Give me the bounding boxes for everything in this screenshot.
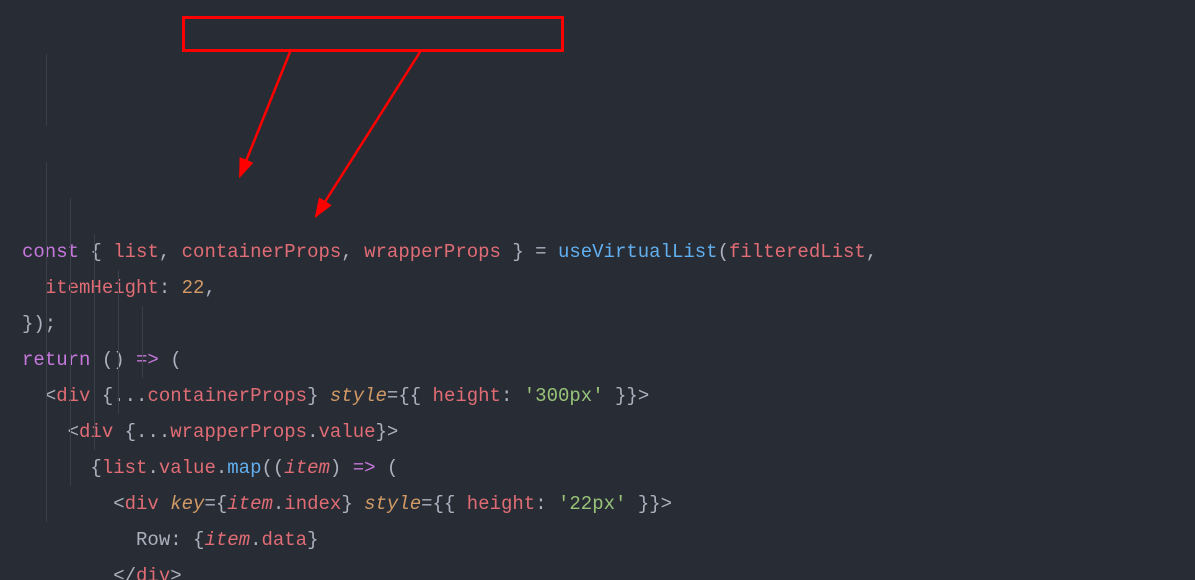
code-line: <div {...wrapperProps.value}> — [22, 421, 398, 443]
code-line: {list.value.map((item) => ( — [22, 457, 398, 479]
code-line: const { list, containerProps, wrapperPro… — [22, 241, 889, 263]
code-line: <div {...containerProps} style={{ height… — [22, 385, 649, 407]
code-line: Row: {item.data} — [22, 529, 318, 551]
code-line: <div key={item.index} style={{ height: '… — [22, 493, 672, 515]
code-line: </div> — [22, 565, 182, 580]
code-block[interactable]: const { list, containerProps, wrapperPro… — [0, 0, 1195, 580]
code-line: }); — [22, 313, 56, 335]
